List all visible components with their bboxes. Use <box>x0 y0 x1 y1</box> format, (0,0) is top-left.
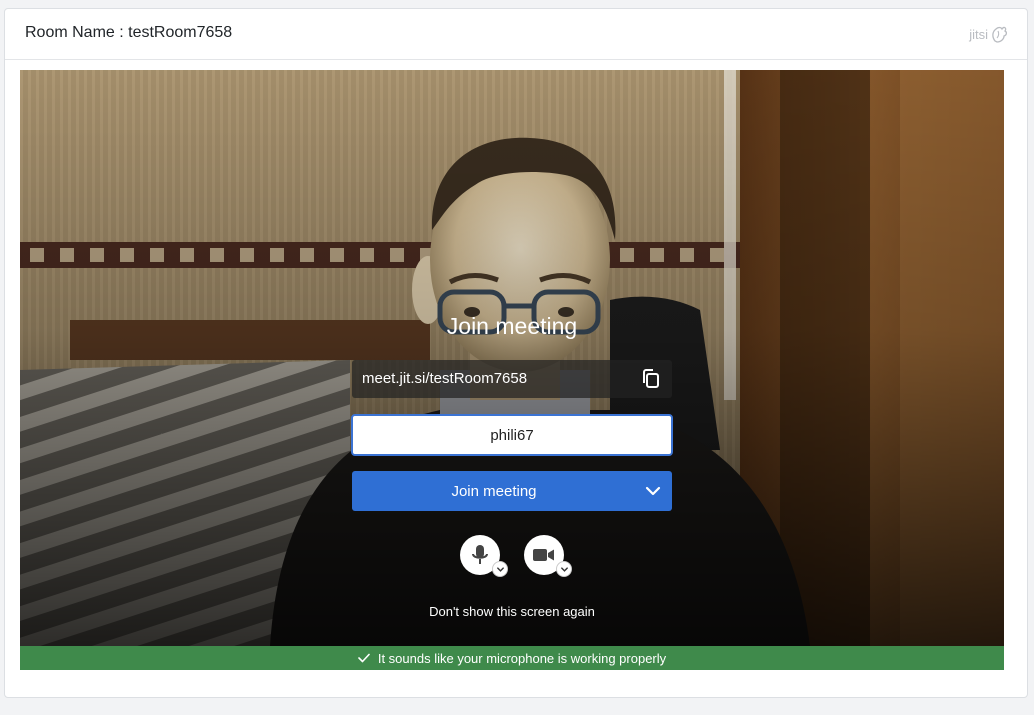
jitsi-hand-icon <box>992 26 1008 43</box>
join-meeting-label: Join meeting <box>451 483 537 500</box>
dont-show-again-toggle[interactable]: Don't show this screen again <box>20 604 1004 619</box>
mic-status-message: It sounds like your microphone is workin… <box>377 650 667 666</box>
camera-options-button[interactable] <box>556 561 572 577</box>
camera-button[interactable] <box>524 535 572 577</box>
microphone-options-button[interactable] <box>492 561 508 577</box>
camera-icon <box>533 549 554 561</box>
chevron-down-icon[interactable] <box>644 482 662 500</box>
join-meeting-title: Join meeting <box>446 313 578 339</box>
jitsi-logo: jitsi <box>969 21 1009 47</box>
copy-icon <box>643 369 659 388</box>
copy-url-button[interactable] <box>638 366 664 392</box>
room-name-title: Room Name : testRoom7658 <box>25 24 233 41</box>
prejoin-overlay: Join meeting meet.jit.si/testRoom7658 Jo… <box>20 70 1004 646</box>
join-meeting-button[interactable]: Join meeting <box>352 471 672 511</box>
chevron-down-icon <box>560 566 568 572</box>
display-name-input[interactable] <box>351 414 673 456</box>
camera-preview: Join meeting meet.jit.si/testRoom7658 Jo… <box>20 70 1004 646</box>
brand-text: jitsi <box>969 26 988 42</box>
meeting-url-box[interactable]: meet.jit.si/testRoom7658 <box>352 360 672 398</box>
microphone-icon <box>472 545 488 564</box>
mic-status-bar: It sounds like your microphone is workin… <box>20 646 1004 670</box>
card-header: Room Name : testRoom7658 jitsi <box>5 9 1027 60</box>
chevron-down-icon <box>496 566 504 572</box>
microphone-button[interactable] <box>460 535 508 577</box>
meeting-url-text: meet.jit.si/testRoom7658 <box>362 370 528 387</box>
checkmark-icon <box>358 653 370 663</box>
